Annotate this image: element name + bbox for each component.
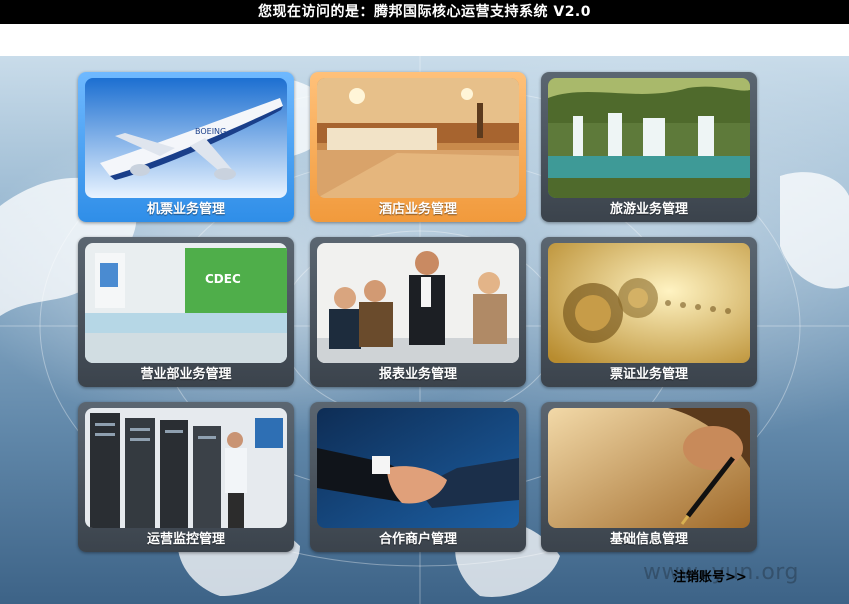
tile-report-management[interactable]: 报表业务管理 [310,237,526,387]
waterfall-photo [548,78,750,198]
airplane-photo: BOEING [85,78,287,198]
tile-label: 营业部业务管理 [140,367,232,382]
tile-label: 机票业务管理 [146,202,225,217]
server-room-photo [85,408,287,528]
business-meeting-photo [317,243,519,363]
tile-label: 运营监控管理 [146,532,225,547]
tile-label: 基础信息管理 [609,532,688,547]
tile-ticket-management[interactable]: 票证业务管理 [541,237,757,387]
tile-branch-management[interactable]: CDEC 营业部业务管理 [78,237,294,387]
office-reception-photo: CDEC [85,243,287,363]
hotel-lobby-photo [317,78,519,198]
tile-basic-info-management[interactable]: 基础信息管理 [541,402,757,552]
pen-signature-photo [548,408,750,528]
tile-partner-management[interactable]: 合作商户管理 [310,402,526,552]
tile-travel-management[interactable]: 旅游业务管理 [541,72,757,222]
tile-label: 报表业务管理 [378,367,457,382]
tile-label: 酒店业务管理 [378,202,457,217]
tile-operation-monitoring[interactable]: 运营监控管理 [78,402,294,552]
tile-label: 合作商户管理 [378,532,457,547]
svg-text:CDEC: CDEC [205,272,241,286]
page-title: 您现在访问的是：腾邦国际核心运营支持系统 V2.0 [0,0,849,24]
tile-flight-management[interactable]: BOEING 机票业务管理 [78,72,294,222]
tile-hotel-management[interactable]: 酒店业务管理 [310,72,526,222]
svg-text:BOEING: BOEING [195,127,226,136]
gears-photo [548,243,750,363]
tile-label: 旅游业务管理 [609,202,688,217]
handshake-photo [317,408,519,528]
tile-label: 票证业务管理 [609,367,688,382]
logout-link[interactable]: 注销账号>> [673,566,747,585]
